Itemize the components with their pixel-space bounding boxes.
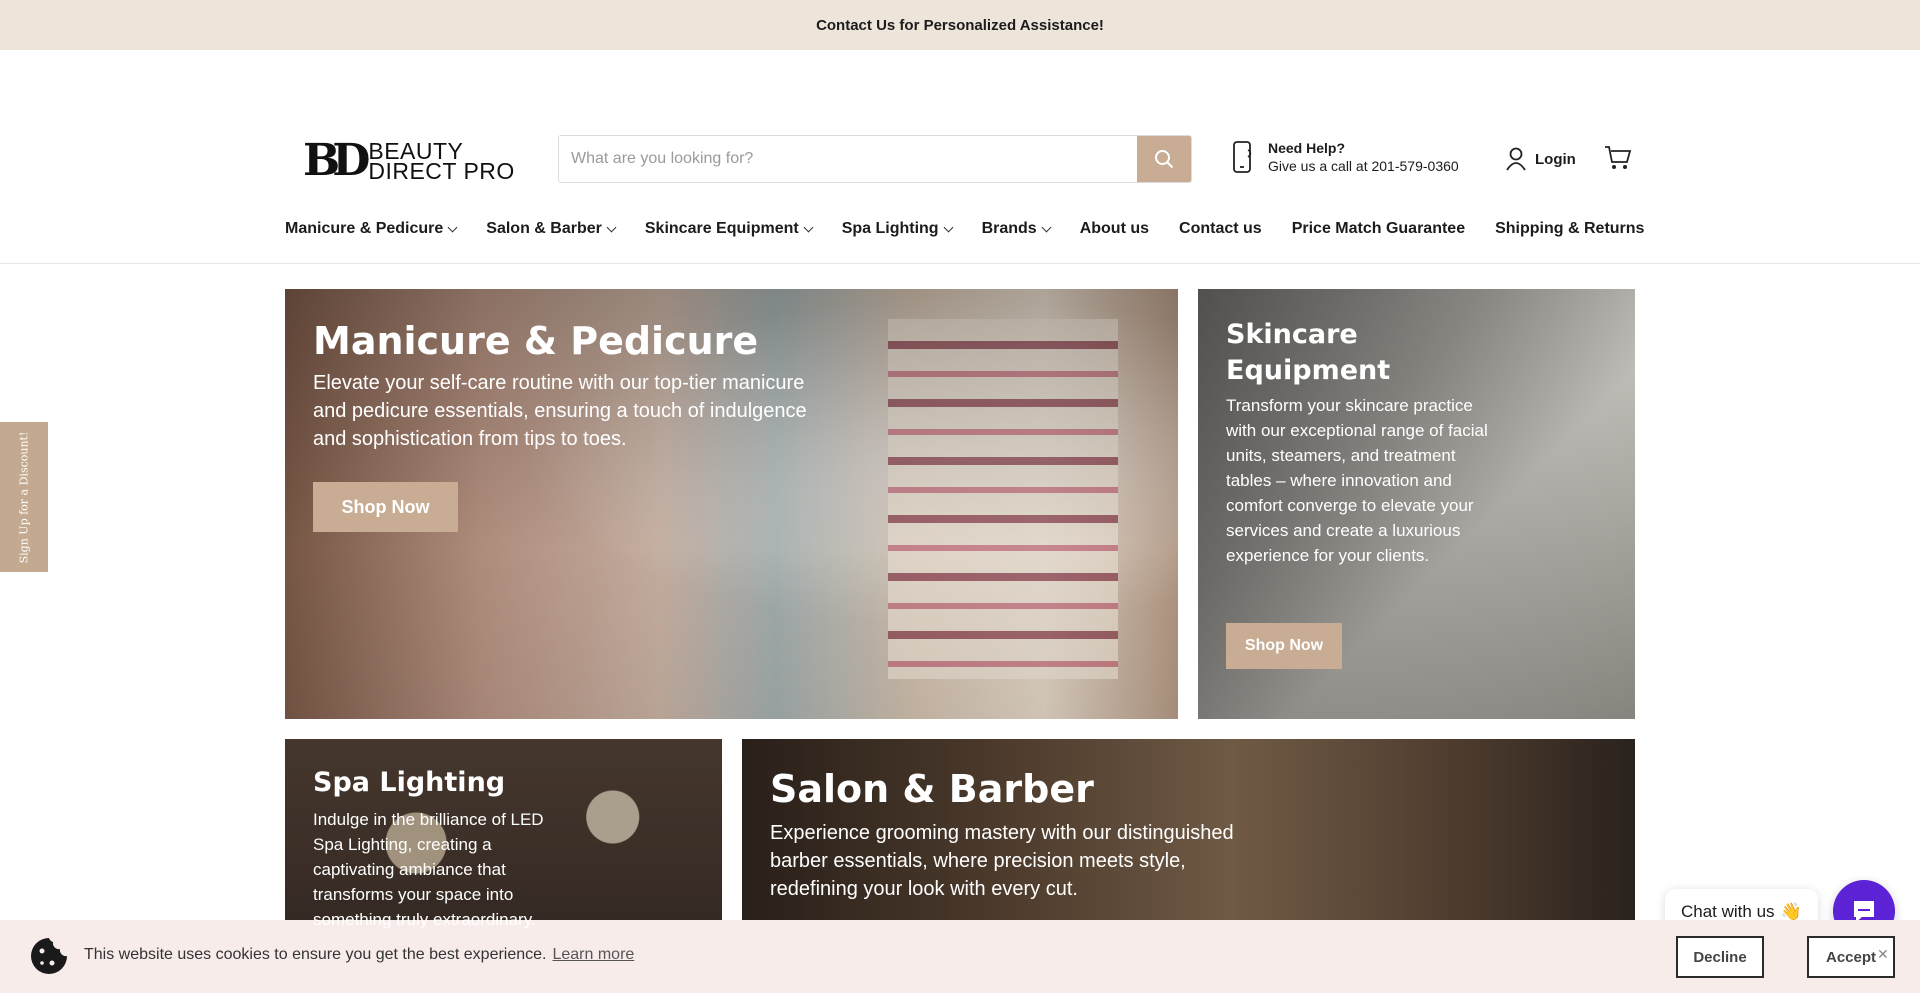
cookie-banner: This website uses cookies to ensure you …: [0, 920, 1920, 993]
logo-wordmark: BEAUTY DIRECT PRO: [368, 140, 515, 184]
help-contact[interactable]: Need Help? Give us a call at 201-579-036…: [1230, 139, 1459, 175]
logo-mark: BD: [303, 135, 370, 186]
cookie-text: This website uses cookies to ensure you …: [84, 946, 547, 963]
nav-label: Spa Lighting: [841, 220, 939, 237]
main-nav: Manicure & Pedicure Salon & Barber Skinc…: [285, 220, 1674, 238]
nav-divider: [0, 263, 1920, 264]
nav-item-brands[interactable]: Brands: [981, 220, 1052, 238]
login-label: Login: [1535, 150, 1576, 168]
chevron-down-icon: [803, 222, 814, 232]
tile-description: Experience grooming mastery with our dis…: [770, 822, 1234, 900]
nav-label: About us: [1079, 220, 1150, 237]
tile-manicure-pedicure[interactable]: Manicure & Pedicure Elevate your self-ca…: [285, 289, 1178, 719]
search-bar: [558, 135, 1192, 183]
tile-title: Spa Lighting: [313, 767, 506, 798]
chevron-down-icon: [943, 222, 954, 232]
nav-item-spa-lighting[interactable]: Spa Lighting: [841, 220, 954, 238]
logo-line-2: DIRECT PRO: [368, 158, 515, 184]
nav-item-salon-barber[interactable]: Salon & Barber: [486, 220, 617, 238]
wave-emoji-icon: 👋: [1780, 902, 1802, 921]
chevron-down-icon: [447, 222, 458, 232]
nav-item-manicure-pedicure[interactable]: Manicure & Pedicure: [285, 220, 458, 238]
nav-label: Shipping & Returns: [1495, 220, 1645, 237]
tile-title: Manicure & Pedicure: [313, 319, 759, 363]
tile-background-image: [888, 319, 1118, 679]
nav-label: Brands: [981, 220, 1037, 237]
cart-button[interactable]: [1604, 145, 1632, 176]
tile-title: Salon & Barber: [770, 767, 1094, 811]
nav-label: Contact us: [1179, 220, 1262, 237]
decline-cookies-button[interactable]: Decline: [1676, 936, 1764, 978]
help-title: Need Help?: [1268, 140, 1346, 156]
tile-title: Skincare Equipment: [1226, 319, 1391, 386]
close-icon[interactable]: ✕: [1877, 946, 1889, 963]
cart-icon: [1605, 146, 1632, 169]
nav-item-shipping-returns[interactable]: Shipping & Returns: [1495, 220, 1644, 238]
tile-description: Elevate your self-care routine with our …: [313, 372, 807, 450]
discount-tab-label: Sign Up for a Discount!: [17, 431, 31, 563]
login-link[interactable]: Login: [1505, 147, 1576, 171]
nav-label: Skincare Equipment: [644, 220, 799, 237]
nav-item-skincare-equipment[interactable]: Skincare Equipment: [644, 220, 814, 238]
search-button[interactable]: [1137, 136, 1191, 182]
search-input[interactable]: [559, 136, 1137, 182]
tile-description: Transform your skincare practice with ou…: [1226, 396, 1488, 565]
logo[interactable]: BD BEAUTY DIRECT PRO: [303, 139, 515, 183]
help-text: Need Help? Give us a call at 201-579-036…: [1268, 139, 1459, 175]
site-header: BD BEAUTY DIRECT PRO Need Help? Give us …: [0, 133, 1920, 183]
shop-now-button[interactable]: Shop Now: [1226, 623, 1342, 669]
nav-item-contact-us[interactable]: Contact us: [1179, 220, 1262, 238]
phone-icon: [1233, 141, 1252, 173]
nav-label: Salon & Barber: [486, 220, 602, 237]
chevron-down-icon: [1041, 222, 1052, 232]
tile-description: Indulge in the brilliance of LED Spa Lig…: [313, 810, 544, 929]
nav-item-about-us[interactable]: About us: [1080, 220, 1149, 238]
user-icon: [1506, 147, 1526, 171]
cookie-message: This website uses cookies to ensure you …: [84, 946, 634, 964]
search-icon: [1155, 150, 1174, 169]
tile-skincare-equipment[interactable]: Skincare Equipment Transform your skinca…: [1198, 289, 1635, 719]
nav-label: Manicure & Pedicure: [285, 220, 444, 237]
announcement-text: Contact Us for Personalized Assistance!: [816, 16, 1104, 34]
chevron-down-icon: [606, 222, 617, 232]
nav-item-price-match[interactable]: Price Match Guarantee: [1292, 220, 1465, 238]
shop-now-button[interactable]: Shop Now: [313, 482, 458, 532]
cookie-icon: [31, 938, 67, 974]
chat-label: Chat with us: [1681, 902, 1775, 921]
discount-signup-tab[interactable]: Sign Up for a Discount!: [0, 422, 48, 572]
learn-more-link[interactable]: Learn more: [552, 946, 634, 963]
help-phone: Give us a call at 201-579-0360: [1268, 158, 1459, 174]
nav-label: Price Match Guarantee: [1291, 220, 1466, 237]
announcement-bar: Contact Us for Personalized Assistance!: [0, 0, 1920, 50]
